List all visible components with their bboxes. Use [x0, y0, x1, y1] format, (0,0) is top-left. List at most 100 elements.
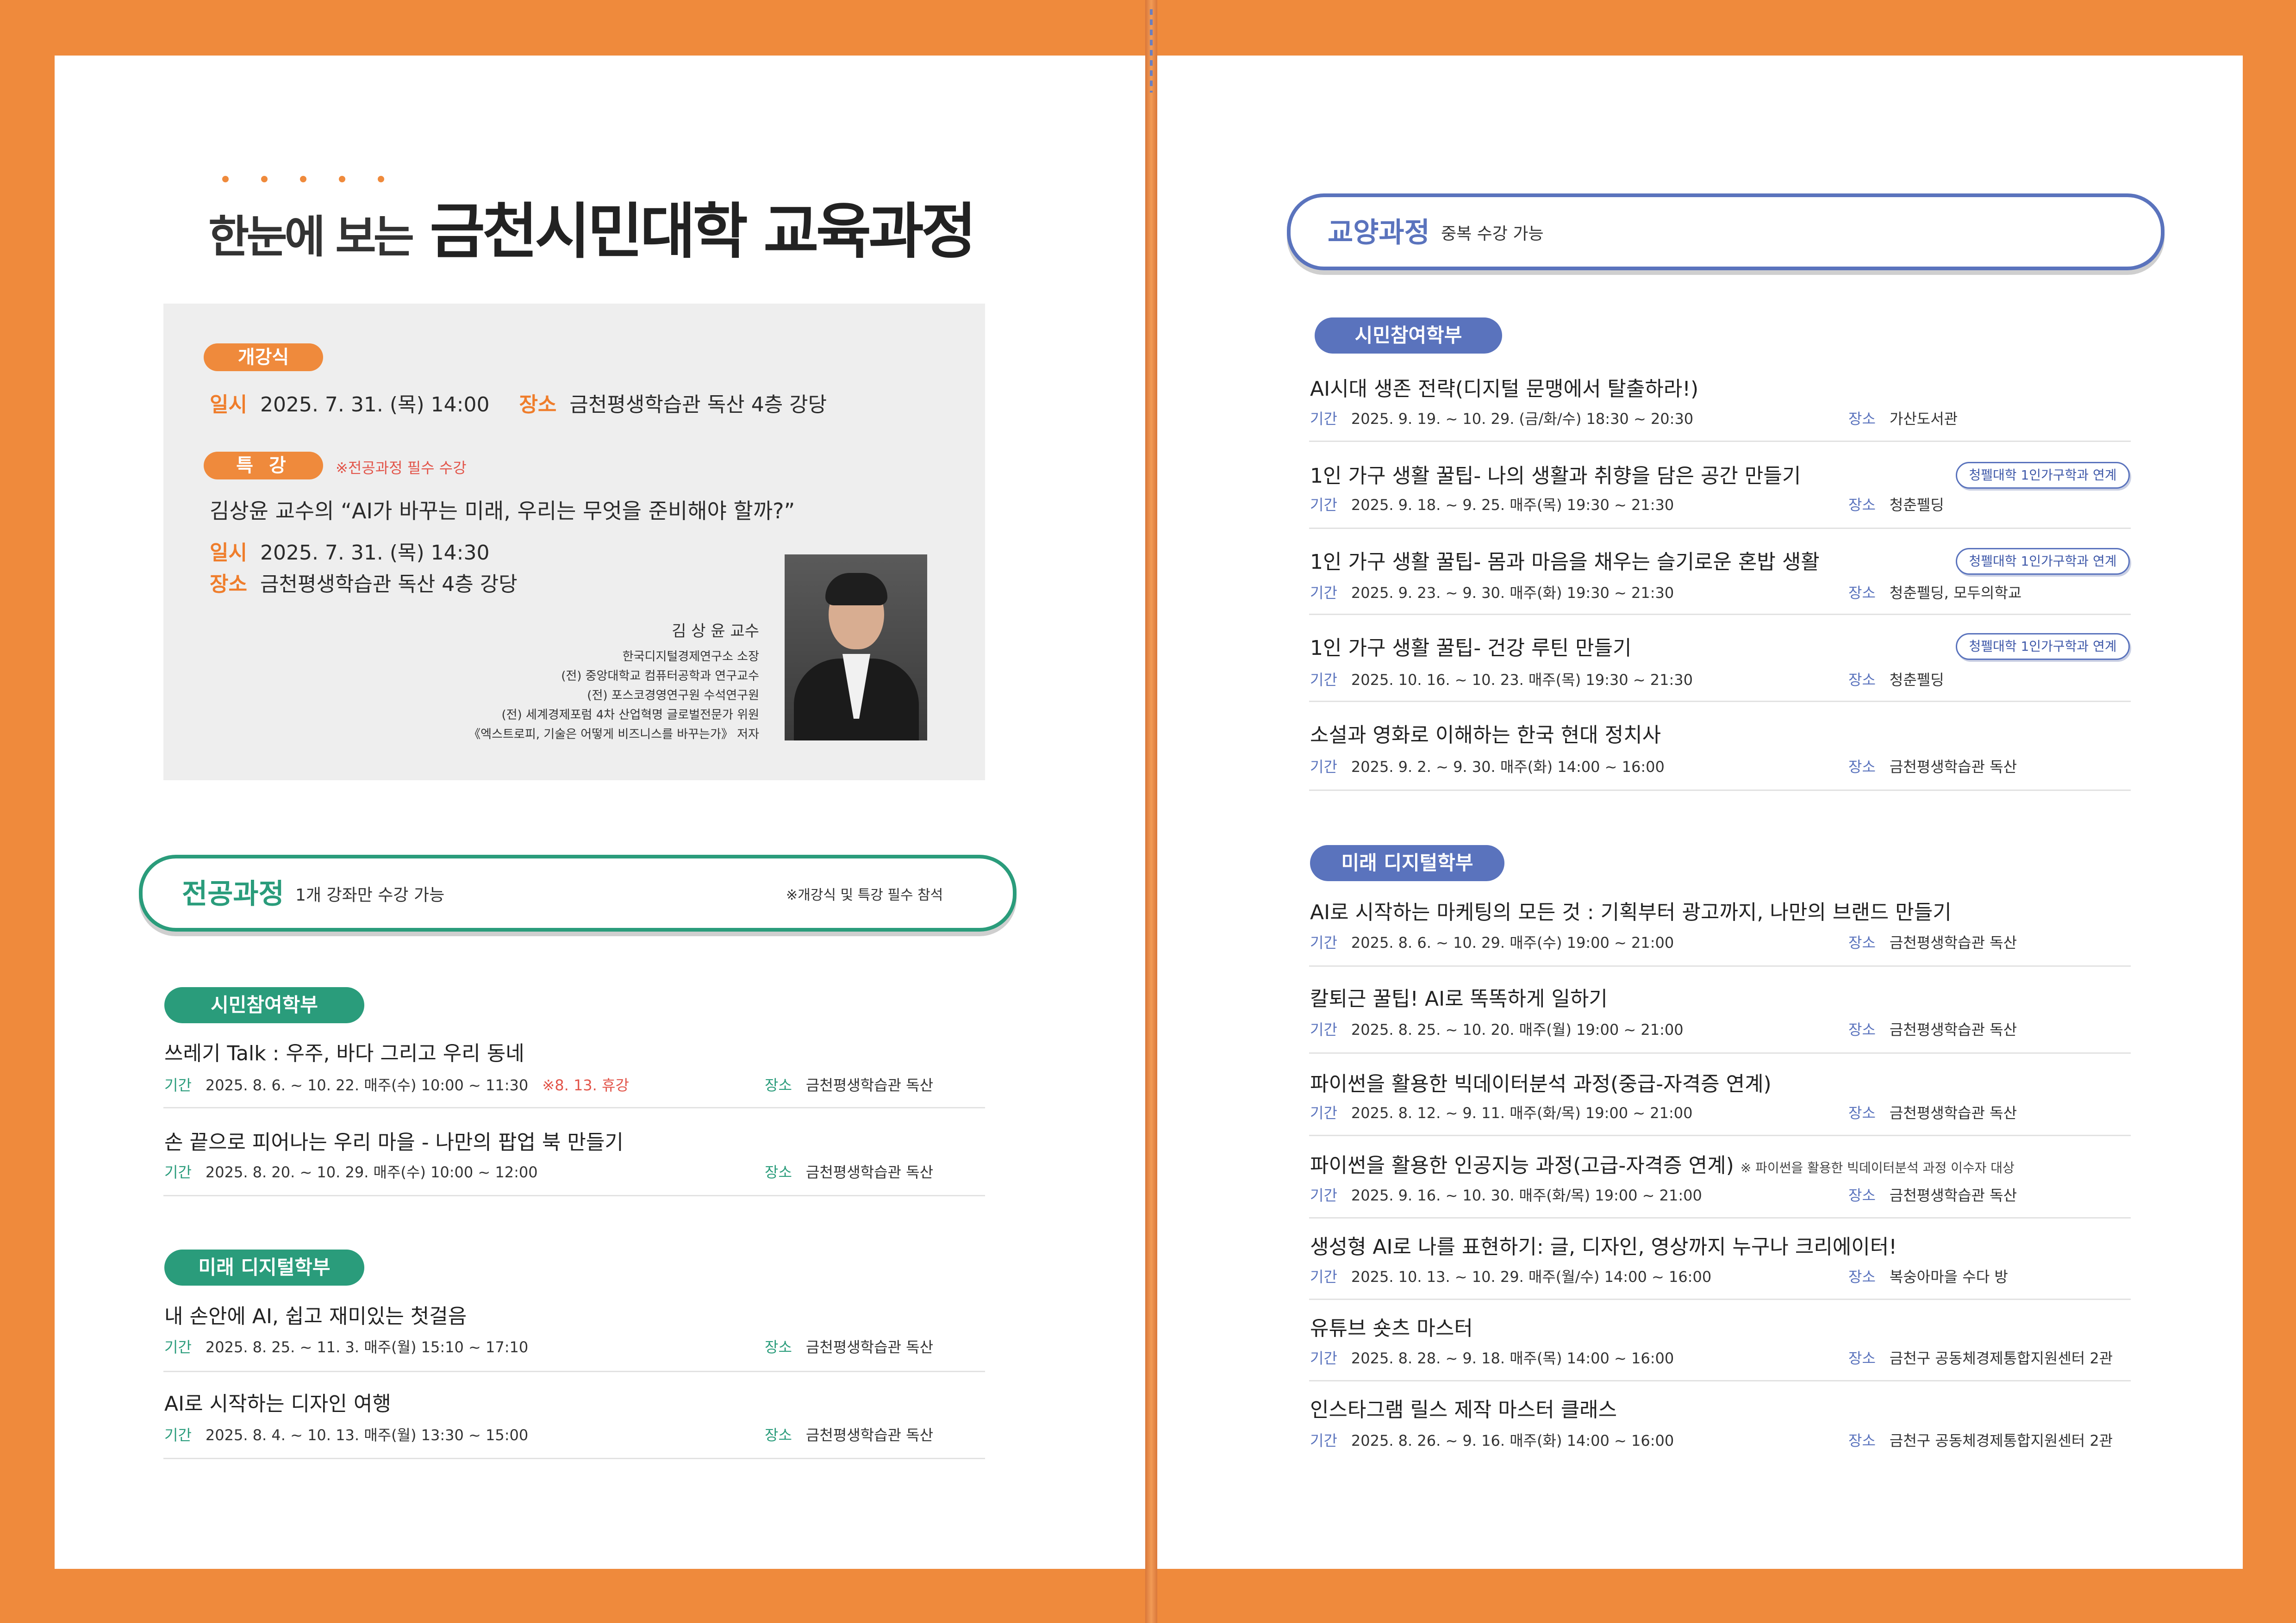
- opening-badge: 개강식: [204, 343, 323, 371]
- course-place: 장소 금천평생학습관 독산: [765, 1338, 934, 1356]
- course-title: AI시대 생존 전략(디지털 문맹에서 탈출하라!): [1310, 377, 1699, 401]
- course-period: 기간 2025. 9. 19. ~ 10. 29. (금/화/수) 18:30 ~…: [1310, 410, 1694, 428]
- speaker-bio-line: 《엑스트로피, 기술은 어떻게 비즈니스를 바꾸는가》 저자: [468, 728, 759, 741]
- linked-program-badge: 청펠대학 1인가구학과 연계: [1956, 633, 2130, 660]
- special-place-line: 장소 금천평생학습관 독산 4층 강당: [210, 572, 518, 596]
- course-period: 기간 2025. 9. 18. ~ 9. 25. 매주(목) 19:30 ~ 21…: [1310, 496, 1674, 514]
- special-title: 김상윤 교수의 “AI가 바꾸는 미래, 우리는 무엇을 준비해야 할까?”: [210, 498, 795, 523]
- course-place: 장소 금천평생학습관 독산: [1848, 1021, 2017, 1038]
- speaker-bio-line: (전) 세계경제포럼 4차 산업혁명 글로벌전문가 위원: [501, 708, 759, 722]
- course-divider: [163, 1371, 985, 1372]
- course-place: 장소 금천평생학습관 독산: [765, 1076, 934, 1094]
- major-title: 전공과정: [182, 878, 284, 910]
- course-divider: [1309, 441, 2131, 442]
- speaker-bio-line: (전) 포스코경영연구원 수석연구원: [587, 689, 759, 703]
- course-title: 1인 가구 생활 꿀팁- 몸과 마음을 채우는 슬기로운 혼밥 생활: [1310, 550, 1820, 574]
- linked-program-badge: 청펠대학 1인가구학과 연계: [1956, 548, 2130, 575]
- speaker-name: 김 상 윤 교수: [672, 622, 759, 640]
- course-title: AI로 시작하는 디자인 여행: [164, 1392, 391, 1416]
- course-divider: [1309, 1217, 2131, 1219]
- course-period: 기간 2025. 9. 23. ~ 9. 30. 매주(화) 19:30 ~ 21…: [1310, 584, 1674, 602]
- course-divider: [1309, 614, 2131, 615]
- course-title: 1인 가구 생활 꿀팁- 나의 생활과 취향을 담은 공간 만들기: [1310, 464, 1801, 488]
- spine-stitch: [1150, 9, 1153, 93]
- course-period: 기간 2025. 8. 6. ~ 10. 29. 매주(수) 19:00 ~ 21…: [1310, 934, 1674, 951]
- course-period: 기간 2025. 10. 16. ~ 10. 23. 매주(목) 19:30 ~ …: [1310, 671, 1693, 689]
- course-divider: [1309, 1299, 2131, 1300]
- course-title: 파이썬을 활용한 인공지능 과정(고급-자격증 연계) ※ 파이썬을 활용한 빅…: [1310, 1154, 2015, 1177]
- course-place: 장소 금천구 공동체경제통합지원센터 2관: [1848, 1432, 2113, 1449]
- opening-schedule: 일시 2025. 7. 31. (목) 14:00 장소 금천평생학습관 독산 …: [210, 393, 827, 417]
- course-divider: [1309, 790, 2131, 791]
- page-headline: 한눈에 보는 금천시민대학 교육과정: [208, 183, 977, 270]
- course-title: AI로 시작하는 마케팅의 모든 것 : 기획부터 광고까지, 나만의 브랜드 …: [1310, 901, 1952, 924]
- course-title: 유튜브 숏츠 마스터: [1310, 1317, 1473, 1340]
- course-prerequisite-note: ※ 파이썬을 활용한 빅데이터분석 과정 이수자 대상: [1740, 1160, 2015, 1175]
- course-divider: [163, 1458, 985, 1459]
- liberal-title: 교양과정: [1328, 217, 1430, 249]
- course-period: 기간 2025. 9. 16. ~ 10. 30. 매주(화/목) 19:00 ~…: [1310, 1187, 1702, 1204]
- course-period: 기간 2025. 8. 25. ~ 11. 3. 매주(월) 15:10 ~ 17…: [164, 1338, 529, 1356]
- course-title: 칼퇴근 꿀팁! AI로 똑똑하게 일하기: [1310, 987, 1608, 1011]
- course-divider: [1309, 528, 2131, 529]
- course-divider: [1309, 1380, 2131, 1381]
- course-place: 장소 금천평생학습관 독산: [765, 1163, 934, 1181]
- special-date: 2025. 7. 31. (목) 14:30: [260, 541, 490, 565]
- course-period: 기간 2025. 8. 28. ~ 9. 18. 매주(목) 14:00 ~ 16…: [1310, 1349, 1674, 1367]
- course-place: 장소 금천평생학습관 독산: [1848, 1187, 2017, 1204]
- course-title: 손 끝으로 피어나는 우리 마을 - 나만의 팝업 북 만들기: [164, 1131, 624, 1154]
- liberal-dept-civic: 시민참여학부: [1315, 317, 1502, 354]
- headline-main: 금천시민대학 교육과정: [430, 196, 976, 267]
- course-period: 기간 2025. 10. 13. ~ 10. 29. 매주(월/수) 14:00 …: [1310, 1268, 1712, 1286]
- course-title: 인스타그램 릴스 제작 마스터 클래스: [1310, 1398, 1617, 1422]
- course-place: 장소 청춘펠딩: [1848, 496, 1944, 514]
- headline-prefix: 한눈에 보는: [208, 211, 414, 263]
- course-divider: [1309, 965, 2131, 967]
- book-spine: [1145, 0, 1157, 1623]
- course-period: 기간 2025. 8. 25. ~ 10. 20. 매주(월) 19:00 ~ 2…: [1310, 1021, 1684, 1038]
- course-divider: [1309, 1135, 2131, 1136]
- linked-program-badge: 청펠대학 1인가구학과 연계: [1956, 462, 2130, 489]
- course-title: 소설과 영화로 이해하는 한국 현대 정치사: [1310, 723, 1661, 747]
- course-place: 장소 금천평생학습관 독산: [765, 1426, 934, 1444]
- course-title: 생성형 AI로 나를 표현하기: 글, 디자인, 영상까지 누구나 크리에이터!: [1310, 1235, 1897, 1259]
- liberal-course-header: 교양과정 중복 수강 가능: [1287, 193, 2165, 270]
- major-subtitle: 1개 강좌만 수강 가능: [295, 886, 445, 905]
- course-period: 기간 2025. 8. 6. ~ 10. 22. 매주(수) 10:00 ~ 11…: [164, 1076, 629, 1094]
- course-divider: [163, 1107, 985, 1108]
- special-note: ※전공과정 필수 수강: [336, 459, 467, 477]
- course-place: 장소 청춘펠딩, 모두의학교: [1848, 584, 2022, 602]
- opening-place: 금천평생학습관 독산 4층 강당: [569, 393, 827, 417]
- course-place: 장소 청춘펠딩: [1848, 671, 1944, 689]
- course-period: 기간 2025. 8. 20. ~ 10. 29. 매주(수) 10:00 ~ 1…: [164, 1163, 538, 1181]
- course-place: 장소 금천구 공동체경제통합지원센터 2관: [1848, 1349, 2113, 1367]
- course-title: 쓰레기 Talk : 우주, 바다 그리고 우리 동네: [164, 1042, 524, 1065]
- course-place: 장소 복숭아마을 수다 방: [1848, 1268, 2008, 1286]
- speaker-portrait-icon: [785, 554, 927, 740]
- course-place: 장소 금천평생학습관 독산: [1848, 758, 2017, 776]
- course-period: 기간 2025. 8. 4. ~ 10. 13. 매주(월) 13:30 ~ 15…: [164, 1426, 529, 1444]
- course-divider: [163, 1195, 985, 1196]
- major-course-header: 전공과정 1개 강좌만 수강 가능 ※개강식 및 특강 필수 참석: [139, 855, 1017, 932]
- course-period: 기간 2025. 9. 2. ~ 9. 30. 매주(화) 14:00 ~ 16:…: [1310, 758, 1665, 776]
- major-note: ※개강식 및 특강 필수 참석: [786, 887, 943, 903]
- course-place: 장소 금천평생학습관 독산: [1848, 1104, 2017, 1122]
- opening-date: 2025. 7. 31. (목) 14:00: [260, 393, 490, 417]
- course-divider: [1309, 1052, 2131, 1054]
- speaker-bio-line: 한국디지털경제연구소 소장: [622, 650, 759, 664]
- course-title: 파이썬을 활용한 빅데이터분석 과정(중급-자격증 연계): [1310, 1072, 1772, 1096]
- course-divider: [1309, 701, 2131, 702]
- headline-emphasis-dots: [222, 176, 384, 182]
- liberal-subtitle: 중복 수강 가능: [1441, 224, 1544, 243]
- major-dept-digital: 미래 디지털학부: [164, 1250, 364, 1286]
- special-place: 금천평생학습관 독산 4층 강당: [260, 572, 518, 596]
- major-dept-civic: 시민참여학부: [164, 987, 364, 1023]
- course-place: 장소 가산도서관: [1848, 410, 1958, 428]
- course-period: 기간 2025. 8. 26. ~ 9. 16. 매주(화) 14:00 ~ 16…: [1310, 1432, 1674, 1449]
- right-page: [1157, 56, 2243, 1569]
- special-date-line: 일시 2025. 7. 31. (목) 14:30: [210, 541, 490, 565]
- speaker-bio-line: (전) 중앙대학교 컴퓨터공학과 연구교수: [561, 669, 759, 683]
- course-place: 장소 금천평생학습관 독산: [1848, 934, 2017, 951]
- course-title: 1인 가구 생활 꿀팁- 건강 루틴 만들기: [1310, 636, 1632, 660]
- liberal-dept-digital: 미래 디지털학부: [1310, 845, 1504, 881]
